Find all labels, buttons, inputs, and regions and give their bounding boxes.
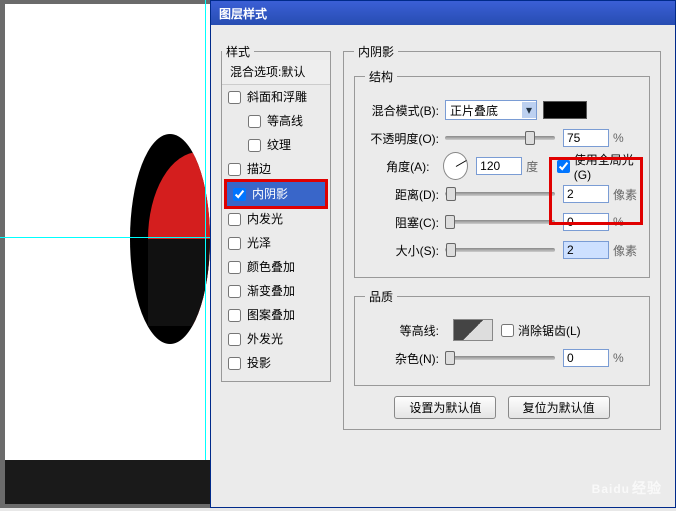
canvas-area <box>0 0 210 508</box>
drop-shadow-item[interactable]: 投影 <box>222 351 330 375</box>
inner-shadow-checkbox[interactable] <box>233 188 246 201</box>
gradient-overlay-label: 渐变叠加 <box>247 281 295 301</box>
angle-unit: 度 <box>522 158 549 175</box>
size-slider[interactable] <box>445 248 555 252</box>
blend-mode-value: 正片叠底 <box>450 102 498 119</box>
contour-checkbox[interactable] <box>248 115 261 128</box>
bevel-item[interactable]: 斜面和浮雕 <box>222 85 330 109</box>
styles-legend: 样式 <box>222 43 254 60</box>
distance-label: 距离(D): <box>365 186 445 203</box>
guide-horizontal <box>0 237 210 238</box>
structure-group: 结构 混合模式(B): 正片叠底 ▾ 不透明度(O): % 角度( <box>354 68 650 278</box>
color-overlay-label: 颜色叠加 <box>247 257 295 277</box>
noise-input[interactable] <box>563 349 609 367</box>
satin-item[interactable]: 光泽 <box>222 231 330 255</box>
choke-label: 阻塞(C): <box>365 214 445 231</box>
shadow-color-swatch[interactable] <box>543 101 587 119</box>
stroke-label: 描边 <box>247 159 271 179</box>
choke-slider[interactable] <box>445 220 555 224</box>
opacity-slider[interactable] <box>445 136 555 140</box>
contour-label: 等高线 <box>267 111 303 131</box>
quality-group: 品质 等高线: 消除锯齿(L) 杂色(N): % <box>354 288 650 386</box>
satin-checkbox[interactable] <box>228 237 241 250</box>
dialog-title: 图层样式 <box>211 1 675 25</box>
noise-label: 杂色(N): <box>365 350 445 367</box>
opacity-input[interactable] <box>563 129 609 147</box>
stroke-item[interactable]: 描边 <box>222 157 330 181</box>
inner-shadow-group: 内阴影 结构 混合模式(B): 正片叠底 ▾ 不透明度(O): % <box>343 43 661 430</box>
pattern-overlay-label: 图案叠加 <box>247 305 295 325</box>
color-overlay-checkbox[interactable] <box>228 261 241 274</box>
gradient-overlay-item[interactable]: 渐变叠加 <box>222 279 330 303</box>
artwork-circle <box>130 134 210 344</box>
texture-label: 纹理 <box>267 135 291 155</box>
texture-item[interactable]: 纹理 <box>222 133 330 157</box>
satin-label: 光泽 <box>247 233 271 253</box>
canvas-footer <box>5 460 210 504</box>
contour-picker[interactable] <box>453 319 493 341</box>
noise-slider[interactable] <box>445 356 555 360</box>
blend-mode-label: 混合模式(B): <box>365 102 445 119</box>
contour-item[interactable]: 等高线 <box>222 109 330 133</box>
size-input[interactable] <box>563 241 609 259</box>
styles-list: 样式 混合选项:默认 斜面和浮雕 等高线 纹理 描边 内阴影 内发光 光泽 颜色… <box>221 43 331 382</box>
drop-shadow-checkbox[interactable] <box>228 357 241 370</box>
inner-glow-label: 内发光 <box>247 209 283 229</box>
texture-checkbox[interactable] <box>248 139 261 152</box>
quality-contour-label: 等高线: <box>365 322 445 339</box>
params-panel: 内阴影 结构 混合模式(B): 正片叠底 ▾ 不透明度(O): % <box>343 43 661 440</box>
size-label: 大小(S): <box>365 242 445 259</box>
opacity-unit: % <box>609 131 639 145</box>
outer-glow-label: 外发光 <box>247 329 283 349</box>
reset-default-button[interactable]: 复位为默认值 <box>508 396 610 419</box>
opacity-label: 不透明度(O): <box>365 130 445 147</box>
layer-style-dialog: 图层样式 样式 混合选项:默认 斜面和浮雕 等高线 纹理 描边 内阴影 内发光 … <box>210 0 676 508</box>
noise-unit: % <box>609 351 639 365</box>
bevel-label: 斜面和浮雕 <box>247 87 307 107</box>
bevel-checkbox[interactable] <box>228 91 241 104</box>
blend-options-item[interactable]: 混合选项:默认 <box>222 60 330 85</box>
size-unit: 像素 <box>609 242 639 259</box>
outer-glow-item[interactable]: 外发光 <box>222 327 330 351</box>
pattern-overlay-checkbox[interactable] <box>228 309 241 322</box>
angle-label: 角度(A): <box>365 158 435 175</box>
watermark: Baidu经验 <box>592 476 662 499</box>
structure-legend: 结构 <box>365 68 397 85</box>
color-overlay-item[interactable]: 颜色叠加 <box>222 255 330 279</box>
gradient-overlay-checkbox[interactable] <box>228 285 241 298</box>
quality-legend: 品质 <box>365 288 397 305</box>
guide-vertical <box>205 0 206 460</box>
make-default-button[interactable]: 设置为默认值 <box>394 396 496 419</box>
antialias-label[interactable]: 消除锯齿(L) <box>501 322 581 339</box>
distance-slider[interactable] <box>445 192 555 196</box>
chevron-down-icon: ▾ <box>522 102 536 118</box>
stroke-checkbox[interactable] <box>228 163 241 176</box>
antialias-checkbox[interactable] <box>501 324 514 337</box>
blend-mode-select[interactable]: 正片叠底 ▾ <box>445 100 537 120</box>
inner-shadow-label: 内阴影 <box>252 184 288 204</box>
outer-glow-checkbox[interactable] <box>228 333 241 346</box>
drop-shadow-label: 投影 <box>247 353 271 373</box>
pattern-overlay-item[interactable]: 图案叠加 <box>222 303 330 327</box>
inner-glow-checkbox[interactable] <box>228 213 241 226</box>
inner-glow-item[interactable]: 内发光 <box>222 207 330 231</box>
panel-title: 内阴影 <box>354 43 398 60</box>
highlight-box <box>549 157 643 225</box>
angle-dial[interactable] <box>443 152 468 180</box>
inner-shadow-item[interactable]: 内阴影 <box>227 182 325 206</box>
angle-input[interactable] <box>476 157 522 175</box>
canvas <box>5 4 210 460</box>
